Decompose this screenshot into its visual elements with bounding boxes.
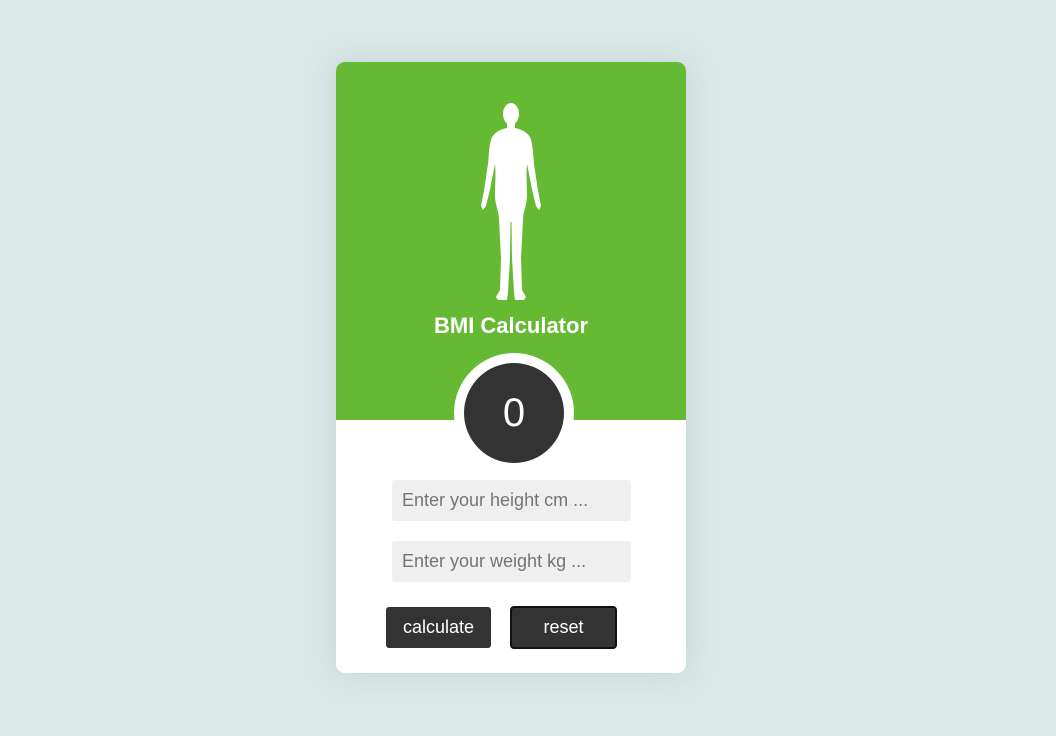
bmi-result-display: 0 bbox=[464, 363, 564, 463]
human-body-icon bbox=[476, 100, 546, 304]
bmi-calculator-card: BMI Calculator 0 calculate reset bbox=[336, 62, 686, 673]
calculate-button[interactable]: calculate bbox=[386, 607, 491, 648]
height-input[interactable] bbox=[392, 480, 631, 521]
weight-input[interactable] bbox=[392, 541, 631, 582]
reset-button[interactable]: reset bbox=[510, 606, 617, 649]
app-title: BMI Calculator bbox=[433, 313, 589, 338]
